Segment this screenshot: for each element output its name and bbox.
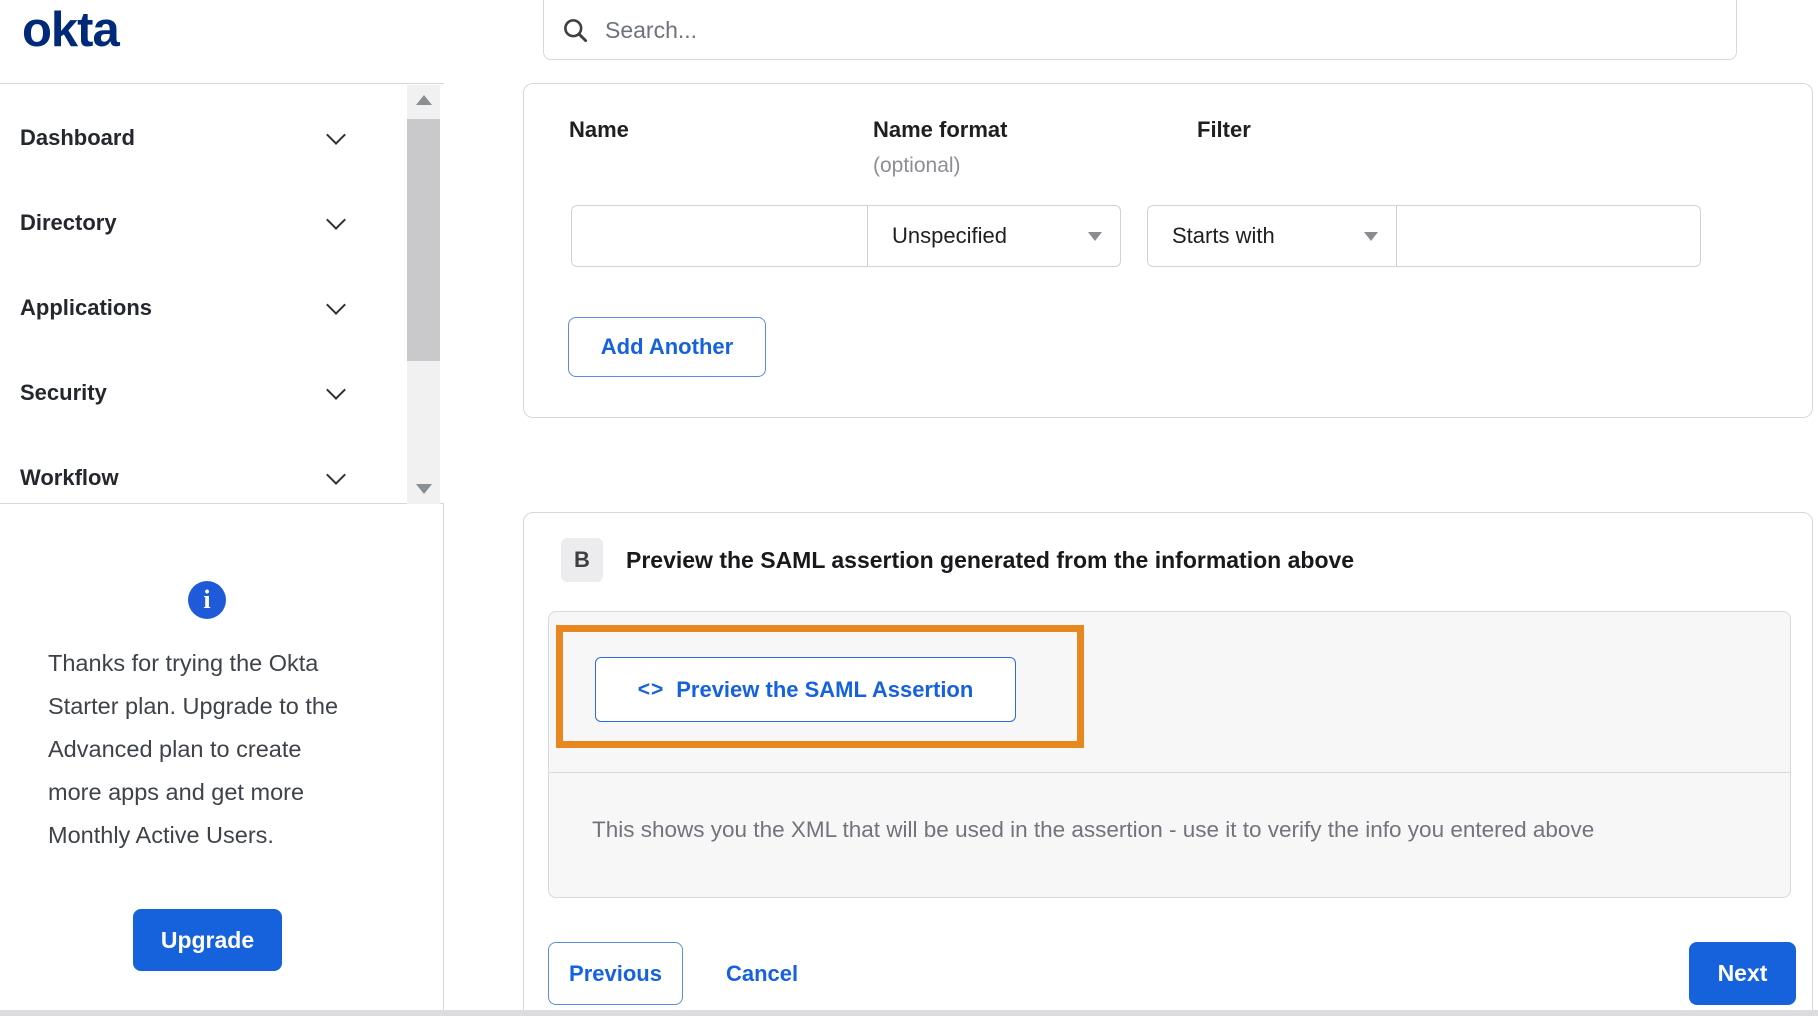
filter-operator-value: Starts with [1172, 223, 1275, 248]
previous-button[interactable]: Previous [548, 942, 683, 1005]
chevron-down-icon [326, 465, 346, 485]
caret-down-icon [1088, 231, 1102, 241]
add-another-button[interactable]: Add Another [568, 317, 766, 377]
cancel-link[interactable]: Cancel [716, 942, 808, 1005]
preview-panel: <> Preview the SAML Assertion This shows… [548, 611, 1791, 898]
sidebar-item-applications[interactable]: Applications [0, 284, 405, 332]
sidebar-item-label: Applications [20, 295, 153, 320]
name-format-column-label: Name format [873, 117, 1008, 142]
sidebar-item-label: Dashboard [20, 125, 135, 150]
name-format-select[interactable]: Unspecified [867, 205, 1121, 267]
global-search[interactable] [543, 0, 1737, 60]
scroll-down-icon [415, 484, 432, 494]
preview-description: This shows you the XML that will be used… [592, 817, 1595, 842]
caret-down-icon [1364, 231, 1378, 241]
okta-admin-page: okta Dashboard Directory Applications [0, 0, 1818, 1016]
scroll-up-button[interactable] [407, 85, 440, 115]
panel-divider [549, 772, 1790, 773]
sidebar-item-security[interactable]: Security [0, 369, 405, 417]
chevron-down-icon [326, 125, 346, 145]
name-column-label: Name [569, 117, 629, 142]
next-button[interactable]: Next [1689, 942, 1796, 1005]
scrollbar-thumb[interactable] [407, 119, 440, 361]
preview-saml-assertion-button[interactable]: <> Preview the SAML Assertion [595, 657, 1016, 722]
scroll-up-icon [415, 95, 432, 105]
sidebar-item-directory[interactable]: Directory [0, 199, 405, 247]
sidebar-item-dashboard[interactable]: Dashboard [0, 114, 405, 162]
viewport-bottom-strip [0, 1010, 1818, 1016]
sidebar-item-workflow[interactable]: Workflow [0, 454, 405, 502]
filter-column-label: Filter [1197, 117, 1251, 142]
upgrade-button[interactable]: Upgrade [133, 909, 282, 971]
attribute-name-input[interactable] [571, 205, 868, 267]
name-format-optional-label: (optional) [873, 154, 961, 177]
filter-value-input[interactable] [1396, 205, 1701, 267]
attribute-statements-card: Name Name format (optional) Filter Unspe… [523, 83, 1813, 418]
filter-operator-select[interactable]: Starts with [1147, 205, 1397, 267]
sidebar-scrollbar[interactable] [407, 85, 440, 504]
info-icon: i [188, 581, 226, 619]
scroll-down-button[interactable] [407, 474, 440, 504]
sidebar-item-label: Workflow [20, 465, 119, 490]
preview-saml-card: B Preview the SAML assertion generated f… [523, 512, 1813, 1012]
okta-logo: okta [22, 3, 120, 57]
code-icon: <> [637, 677, 665, 701]
sidebar-nav: Dashboard Directory Applications Securit… [0, 83, 444, 504]
search-icon [562, 17, 589, 44]
name-format-value: Unspecified [892, 223, 1007, 248]
chevron-down-icon [326, 380, 346, 400]
preview-button-label: Preview the SAML Assertion [676, 676, 974, 702]
upsell-message: Thanks for trying the Okta Starter plan.… [48, 650, 339, 848]
sidebar-item-label: Security [20, 380, 107, 405]
info-icon-glyph: i [203, 585, 211, 614]
chevron-down-icon [326, 210, 346, 230]
chevron-down-icon [326, 295, 346, 315]
section-b-badge: B [561, 538, 603, 582]
section-b-title: Preview the SAML assertion generated fro… [626, 547, 1355, 573]
sidebar-item-label: Directory [20, 210, 117, 235]
search-input[interactable] [603, 15, 1718, 45]
